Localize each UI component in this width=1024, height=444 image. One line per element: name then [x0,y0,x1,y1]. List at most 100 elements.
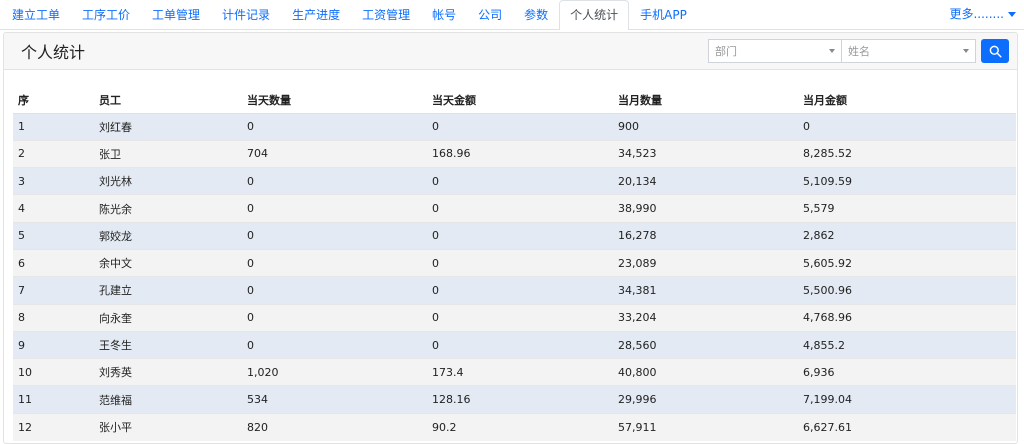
stats-panel: 个人统计 部门 姓名 序 员工 当天数量 当天金额 当月数量 当月金额 1 刘红… [3,32,1018,444]
tab-process-price[interactable]: 工序工价 [71,0,141,29]
cell-day-qty: 704 [242,139,427,168]
cell-month-qty: 20,134 [613,167,798,195]
page-title: 个人统计 [21,43,86,62]
cell-employee: 王冬生 [94,330,242,359]
table-row: 9 王冬生 0 0 28,560 4,855.2 [13,330,1016,359]
chevron-down-icon [963,49,969,53]
cell-employee: 张小平 [94,412,242,441]
cell-employee: 刘光林 [94,167,242,195]
tab-work-order-management[interactable]: 工单管理 [141,0,211,29]
cell-month-amount: 4,768.96 [798,303,1016,332]
cell-month-amount: 2,862 [798,221,1016,250]
cell-index: 9 [13,330,94,359]
cell-index: 3 [13,167,94,195]
cell-day-qty: 0 [242,248,427,277]
cell-index: 1 [13,112,94,141]
cell-day-qty: 0 [242,167,427,195]
cell-employee: 向永奎 [94,303,242,332]
cell-month-amount: 5,605.92 [798,248,1016,277]
more-menu[interactable]: 更多........ [949,0,1016,29]
tab-wage-management[interactable]: 工资管理 [351,0,421,29]
table-row: 11 范维福 534 128.16 29,996 7,199.04 [13,385,1016,414]
tab-create-work-order[interactable]: 建立工单 [1,0,71,29]
cell-index: 12 [13,412,94,441]
cell-employee: 陈光余 [94,194,242,223]
cell-month-qty: 23,089 [613,248,798,277]
cell-employee: 范维福 [94,385,242,414]
cell-employee: 孔建立 [94,276,242,305]
cell-month-qty: 34,523 [613,139,798,168]
cell-day-amount: 0 [427,330,613,359]
cell-month-qty: 29,996 [613,385,798,414]
tab-production-progress[interactable]: 生产进度 [281,0,351,29]
cell-day-amount: 90.2 [427,412,613,441]
column-header-month-amount: 当月金额 [798,88,1016,114]
cell-month-amount: 5,500.96 [798,276,1016,305]
department-select[interactable]: 部门 [708,39,842,63]
cell-day-amount: 0 [427,248,613,277]
cell-employee: 郭姣龙 [94,221,242,250]
cell-index: 5 [13,221,94,250]
cell-index: 7 [13,276,94,305]
cell-month-amount: 0 [798,112,1016,141]
tab-personal-stats[interactable]: 个人统计 [559,0,630,30]
chevron-down-icon [1008,12,1016,17]
cell-index: 2 [13,139,94,168]
column-header-day-amount: 当天金额 [427,88,613,114]
name-select-placeholder: 姓名 [848,45,870,58]
cell-day-qty: 820 [242,412,427,441]
tab-accounts[interactable]: 帐号 [421,0,467,29]
cell-month-qty: 28,560 [613,330,798,359]
filter-bar: 部门 姓名 [708,39,1009,63]
cell-day-amount: 168.96 [427,139,613,168]
search-icon [989,45,1002,58]
tab-mobile-app[interactable]: 手机APP [629,0,698,29]
cell-month-amount: 5,579 [798,194,1016,223]
column-header-index: 序 [13,88,94,114]
cell-index: 11 [13,385,94,414]
cell-employee: 刘红春 [94,112,242,141]
more-menu-label: 更多........ [949,7,1004,21]
cell-employee: 刘秀英 [94,358,242,386]
cell-month-amount: 5,109.59 [798,167,1016,195]
cell-month-qty: 900 [613,112,798,141]
table-row: 8 向永奎 0 0 33,204 4,768.96 [13,303,1016,332]
cell-day-amount: 0 [427,194,613,223]
cell-employee: 余中文 [94,248,242,277]
cell-day-amount: 128.16 [427,385,613,414]
table-header-row: 序 员工 当天数量 当天金额 当月数量 当月金额 [13,88,1016,114]
cell-month-amount: 4,855.2 [798,330,1016,359]
column-header-month-qty: 当月数量 [613,88,798,114]
cell-day-amount: 0 [427,167,613,195]
cell-day-qty: 0 [242,221,427,250]
top-nav: 建立工单 工序工价 工单管理 计件记录 生产进度 工资管理 帐号 公司 参数 个… [0,0,1024,30]
cell-day-amount: 173.4 [427,358,613,386]
search-button[interactable] [981,39,1009,63]
cell-month-qty: 57,911 [613,412,798,441]
table-row: 12 张小平 820 90.2 57,911 6,627.61 [13,412,1016,441]
cell-day-qty: 0 [242,194,427,223]
cell-day-qty: 1,020 [242,358,427,386]
tab-parameters[interactable]: 参数 [513,0,559,29]
tab-company[interactable]: 公司 [467,0,513,29]
cell-day-qty: 0 [242,303,427,332]
cell-index: 8 [13,303,94,332]
cell-month-amount: 6,627.61 [798,412,1016,441]
table-row: 4 陈光余 0 0 38,990 5,579 [13,194,1016,223]
cell-day-qty: 534 [242,385,427,414]
cell-month-amount: 8,285.52 [798,139,1016,168]
panel-header: 个人统计 部门 姓名 [4,33,1017,70]
cell-day-amount: 0 [427,112,613,141]
cell-month-amount: 6,936 [798,358,1016,386]
table-row: 2 张卫 704 168.96 34,523 8,285.52 [13,139,1016,168]
cell-day-qty: 0 [242,276,427,305]
column-header-day-qty: 当天数量 [242,88,427,114]
table-row: 5 郭姣龙 0 0 16,278 2,862 [13,221,1016,250]
cell-month-qty: 38,990 [613,194,798,223]
name-select[interactable]: 姓名 [842,39,976,63]
cell-month-amount: 7,199.04 [798,385,1016,414]
cell-day-qty: 0 [242,330,427,359]
column-header-employee: 员工 [94,88,242,114]
cell-index: 6 [13,248,94,277]
tab-piece-records[interactable]: 计件记录 [211,0,281,29]
